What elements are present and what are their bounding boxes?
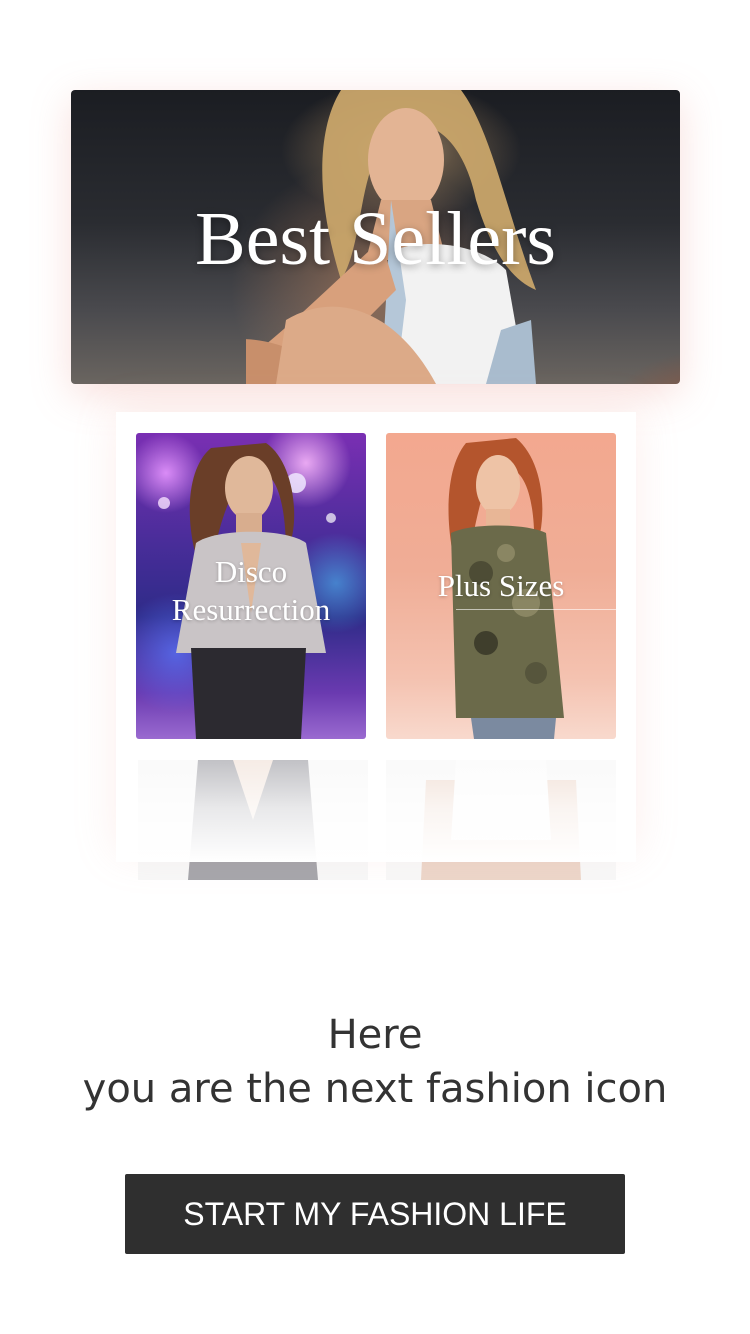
start-fashion-life-button[interactable]: START MY FASHION LIFE: [125, 1174, 625, 1254]
faded-model-photo-1: [138, 760, 368, 880]
hero-title: Best Sellers: [195, 196, 556, 281]
category-label-plus-text: Plus Sizes: [437, 568, 565, 603]
category-tile-disco-resurrection[interactable]: Disco Resurrection: [136, 433, 366, 739]
category-card: Disco Resurrection Plus Sizes: [116, 412, 636, 880]
best-sellers-banner[interactable]: Best Sellers: [71, 90, 680, 384]
tagline-line-2: you are the next fashion icon: [82, 1066, 668, 1112]
faded-model-photo-2: [386, 760, 616, 880]
category-tile-plus-sizes[interactable]: Plus Sizes: [386, 433, 616, 739]
divider-line: [456, 609, 616, 610]
tagline-line-1: Here: [327, 1012, 423, 1058]
category-tile-faded-1: [138, 760, 368, 880]
tagline: Here you are the next fashion icon: [0, 1008, 750, 1116]
category-label-disco: Disco Resurrection: [136, 433, 366, 739]
category-tile-faded-2: [386, 760, 616, 880]
category-label-plus: Plus Sizes: [386, 433, 616, 739]
category-label-disco-text: Disco Resurrection: [171, 554, 331, 627]
onboarding-screen: Best Sellers Disco Resurrection Plus Siz…: [0, 0, 750, 1334]
